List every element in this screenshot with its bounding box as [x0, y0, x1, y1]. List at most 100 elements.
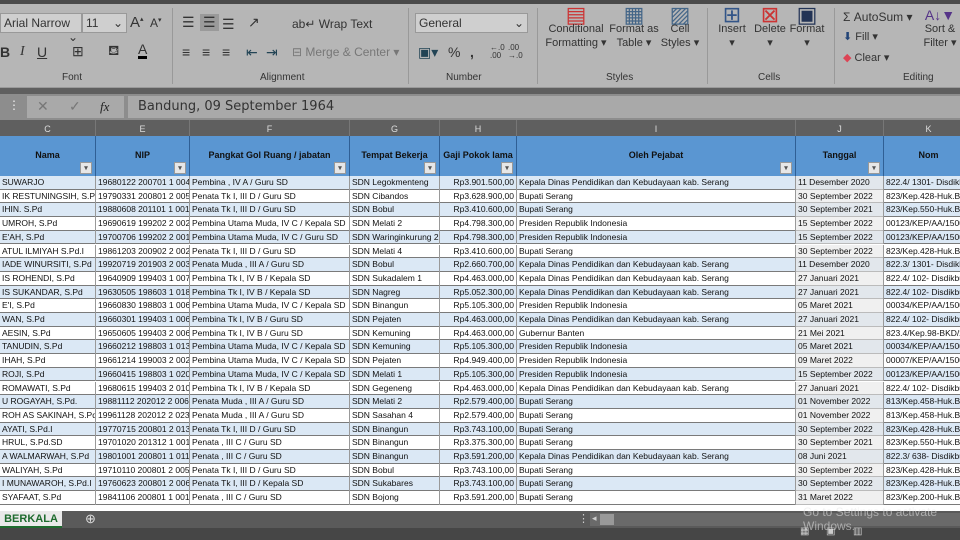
sheet-tab-berkala[interactable]: BERKALA [0, 511, 62, 528]
cell-nip[interactable]: 19680615 199403 2 010 [96, 381, 190, 396]
cell-tempat-bekerja[interactable]: SDN Sasahan 4 [350, 408, 440, 423]
cell-nomor[interactable]: 813/Kep.458-Huk.BKP [884, 395, 960, 409]
cell-nip[interactable]: 19640909 199403 1 007 [96, 271, 190, 286]
cell-gaji-pokok[interactable]: Rp5.105.300,00 [440, 340, 517, 355]
font-size-select[interactable]: 11 ⌄ [82, 13, 127, 33]
column-header-G[interactable]: G [350, 120, 440, 136]
cell-pangkat[interactable]: Pembina , IV A / Guru SD [190, 176, 350, 190]
autosum-button[interactable]: Σ AutoSum ▾ [843, 10, 912, 24]
cell-tanggal[interactable]: 27 Januari 2021 [796, 285, 884, 300]
cell-nip[interactable]: 19700706 199202 2 001 [96, 230, 190, 245]
cell-oleh-pejabat[interactable]: Kepala Dinas Pendidikan dan Kebudayaan k… [517, 271, 796, 286]
cell-nip[interactable]: 19660301 199403 1 006 [96, 313, 190, 327]
cell-gaji-pokok[interactable]: Rp4.463.000,00 [440, 313, 517, 327]
cell-oleh-pejabat[interactable]: Bupati Serang [517, 244, 796, 259]
cell-tempat-bekerja[interactable]: SDN Kemuning [350, 340, 440, 355]
font-color-icon[interactable]: A [138, 42, 148, 59]
cell-pangkat[interactable]: Penata Tk I, III D / Guru SD [190, 463, 350, 478]
cell-tempat-bekerja[interactable]: SDN Binangun [350, 422, 440, 437]
cell-nip[interactable]: 19680122 200701 1 004 [96, 176, 190, 190]
align-right-icon[interactable]: ≡ [222, 44, 230, 60]
column-header-J[interactable]: J [796, 120, 884, 136]
cell-gaji-pokok[interactable]: Rp3.591.200,00 [440, 450, 517, 464]
fill-color-icon[interactable]: ⛾ [108, 42, 119, 61]
cell-nama[interactable]: ROMAWATI, S.Pd [0, 381, 96, 396]
cell-oleh-pejabat[interactable]: Bupati Serang [517, 395, 796, 409]
cell-nama[interactable]: SUWARJO [0, 176, 96, 190]
cell-nip[interactable]: 19841106 200801 1 001 [96, 491, 190, 505]
scroll-thumb[interactable] [600, 514, 614, 525]
drag-handle-icon[interactable]: ⋮ [8, 98, 20, 112]
cell-pangkat[interactable]: Penata Tk I, III D / Guru SD [190, 189, 350, 204]
cell-gaji-pokok[interactable]: Rp4.463.000,00 [440, 326, 517, 341]
cell-nama[interactable]: A WALMARWAH, S.Pd [0, 450, 96, 464]
cell-nip[interactable]: 19661214 199003 2 002 [96, 354, 190, 368]
cell-nama[interactable]: WALIYAH, S.Pd [0, 463, 96, 478]
column-header-K[interactable]: K [884, 120, 960, 136]
cell-oleh-pejabat[interactable]: Bupati Serang [517, 477, 796, 492]
cell-gaji-pokok[interactable]: Rp3.628.900,00 [440, 189, 517, 204]
cell-nip[interactable]: 19861203 200902 2 002 [96, 244, 190, 259]
cell-tempat-bekerja[interactable]: SDN Bobul [350, 258, 440, 272]
cell-nomor[interactable]: 823/Kep.428-Huk.BKP [884, 190, 960, 204]
cell-pangkat[interactable]: Pembina Utama Muda, IV C / Kepala SD [190, 367, 350, 382]
cell-tanggal[interactable]: 15 September 2022 [796, 217, 884, 231]
decrease-indent-icon[interactable]: ⇤ [246, 44, 258, 61]
cell-nomor[interactable]: 00007/KEP/AA/15001/2 [884, 354, 960, 368]
split-handle-icon[interactable]: ⋮ [578, 512, 589, 525]
cell-nama[interactable]: AESIN, S.Pd [0, 326, 96, 341]
cell-nama[interactable]: ROJI, S.Pd [0, 367, 96, 382]
column-header-E[interactable]: E [96, 120, 190, 136]
percent-icon[interactable]: % [448, 44, 460, 60]
conditional-formatting-button[interactable]: ▤ Conditional Formatting ▾ [543, 4, 609, 50]
cell-pangkat[interactable]: Penata , III C / Guru SD [190, 491, 350, 505]
cell-pangkat[interactable]: Penata Muda , III A / Guru SD [190, 258, 350, 272]
cell-gaji-pokok[interactable]: Rp3.410.600,00 [440, 203, 517, 218]
align-center-icon[interactable]: ≡ [202, 44, 210, 60]
cell-tanggal[interactable]: 30 September 2022 [796, 463, 884, 478]
cell-gaji-pokok[interactable]: Rp2.579.400,00 [440, 395, 517, 409]
cell-oleh-pejabat[interactable]: Bupati Serang [517, 189, 796, 204]
cell-nomor[interactable]: 823/Kep.428-Huk.BKP [884, 423, 960, 437]
cell-pangkat[interactable]: Penata Tk I, III D / Guru SD [190, 203, 350, 218]
cell-nomor[interactable]: 00123/KEP/AA/15001/2 [884, 368, 960, 382]
cell-tempat-bekerja[interactable]: SDN Melati 4 [350, 244, 440, 259]
cell-oleh-pejabat[interactable]: Bupati Serang [517, 422, 796, 437]
cell-gaji-pokok[interactable]: Rp2.660.700,00 [440, 258, 517, 272]
cell-nama[interactable]: E'I, S.Pd [0, 299, 96, 313]
cell-pangkat[interactable]: Pembina Utama Muda, IV C / Kepala SD [190, 340, 350, 355]
cell-nomor[interactable]: 822.4/ 1301- Disdikbud [884, 176, 960, 190]
cell-pangkat[interactable]: Pembina Tk I, IV B / Guru SD [190, 313, 350, 327]
cell-oleh-pejabat[interactable]: Kepala Dinas Pendidikan dan Kebudayaan k… [517, 381, 796, 396]
cell-pangkat[interactable]: Penata , III C / Guru SD [190, 450, 350, 464]
align-left-icon[interactable]: ≡ [182, 44, 190, 60]
filter-dropdown-icon[interactable]: ▾ [80, 162, 92, 174]
column-header-I[interactable]: I [517, 120, 796, 136]
scroll-left-icon[interactable]: ◂ [592, 513, 597, 524]
cell-pangkat[interactable]: Pembina Utama Muda, IV C / Kepala SD [190, 299, 350, 313]
cell-gaji-pokok[interactable]: Rp5.052.300,00 [440, 285, 517, 300]
cell-tanggal[interactable]: 30 September 2022 [796, 477, 884, 492]
cell-tempat-bekerja[interactable]: SDN Binangun [350, 450, 440, 464]
cell-nomor[interactable]: 823/Kep.550-Huk.BKP [884, 436, 960, 450]
cell-gaji-pokok[interactable]: Rp3.743.100,00 [440, 422, 517, 437]
cell-nama[interactable]: UMROH, S.Pd [0, 217, 96, 231]
cell-gaji-pokok[interactable]: Rp4.798.300,00 [440, 217, 517, 231]
add-sheet-icon[interactable]: ⊕ [85, 511, 96, 527]
cell-oleh-pejabat[interactable]: Kepala Dinas Pendidikan dan Kebudayaan k… [517, 176, 796, 190]
cell-oleh-pejabat[interactable]: Bupati Serang [517, 436, 796, 450]
cell-nip[interactable]: 19660415 198803 1 020 [96, 367, 190, 382]
cell-tempat-bekerja[interactable]: SDN Waringinkurung 2 [350, 230, 440, 245]
cell-tempat-bekerja[interactable]: SDN Bobul [350, 463, 440, 478]
align-top-icon[interactable]: ☰ [182, 14, 195, 31]
cell-pangkat[interactable]: Pembina Utama Muda, IV C / Guru SD [190, 230, 350, 245]
cell-pangkat[interactable]: Penata Tk I, III D / Kepala SD [190, 477, 350, 492]
filter-dropdown-icon[interactable]: ▾ [334, 162, 346, 174]
cell-tempat-bekerja[interactable]: SDN Binangun [350, 299, 440, 313]
cell-nama[interactable]: IHIN. S.Pd [0, 203, 96, 218]
cell-tempat-bekerja[interactable]: SDN Pejaten [350, 354, 440, 368]
cell-tanggal[interactable]: 15 September 2022 [796, 230, 884, 245]
formula-input[interactable]: Bandung, 09 September 1964 [128, 96, 960, 118]
cell-nomor[interactable]: 823/Kep.428-Huk.BKP [884, 464, 960, 478]
cell-pangkat[interactable]: Pembina Tk I, IV B / Kepala SD [190, 271, 350, 286]
